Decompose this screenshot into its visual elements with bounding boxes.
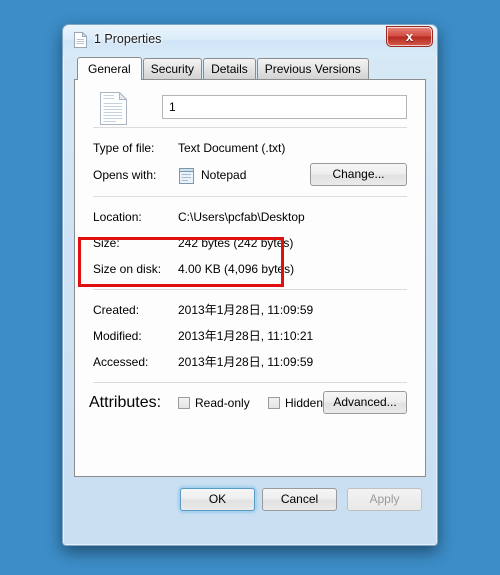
attributes-label: Attributes: xyxy=(89,394,162,411)
modified-value: 2013年1月28日, 11:10:21 xyxy=(178,329,314,343)
window-title: 1 Properties xyxy=(94,32,162,46)
accessed-label: Accessed: xyxy=(93,355,149,369)
opens-with-value: Notepad xyxy=(201,168,247,182)
location-row: Location: C:\Users\pcfab\Desktop xyxy=(89,204,411,230)
change-button[interactable]: Change... xyxy=(310,163,407,186)
general-tab-panel: 1 Type of file: Text Document (.txt) Ope… xyxy=(74,79,426,477)
accessed-value: 2013年1月28日, 11:09:59 xyxy=(178,355,314,369)
created-value: 2013年1月28日, 11:09:59 xyxy=(178,303,314,317)
attributes-row: Attributes: Read-only Hidden Advanced... xyxy=(89,390,411,416)
notepad-icon xyxy=(178,166,195,184)
timestamps-group: Created: 2013年1月28日, 11:09:59 Modified: … xyxy=(89,290,411,382)
size-on-disk-label: Size on disk: xyxy=(93,262,162,276)
file-type-group: Type of file: Text Document (.txt) Opens… xyxy=(89,128,411,196)
size-value: 242 bytes (242 bytes) xyxy=(178,236,294,250)
tab-security[interactable]: Security xyxy=(142,58,203,79)
close-button[interactable]: x xyxy=(386,26,433,47)
checkbox-icon xyxy=(178,397,190,409)
text-document-icon xyxy=(74,31,88,48)
modified-row: Modified: 2013年1月28日, 11:10:21 xyxy=(89,323,411,349)
checkbox-icon xyxy=(268,397,280,409)
ok-button[interactable]: OK xyxy=(180,488,255,511)
size-on-disk-row: Size on disk: 4.00 KB (4,096 bytes) xyxy=(89,256,411,282)
size-row: Size: 242 bytes (242 bytes) xyxy=(89,230,411,256)
file-header: 1 xyxy=(89,80,411,127)
apply-button: Apply xyxy=(347,488,422,511)
attributes-group: Attributes: Read-only Hidden Advanced... xyxy=(89,383,411,423)
tab-general[interactable]: General xyxy=(77,57,142,80)
read-only-checkbox[interactable]: Read-only xyxy=(178,390,250,416)
advanced-button[interactable]: Advanced... xyxy=(323,391,407,414)
hidden-label: Hidden xyxy=(285,396,324,410)
title-bar: 1 Properties x xyxy=(63,25,437,57)
created-row: Created: 2013年1月28日, 11:09:59 xyxy=(89,297,411,323)
tab-details[interactable]: Details xyxy=(203,58,256,79)
accessed-row: Accessed: 2013年1月28日, 11:09:59 xyxy=(89,349,411,375)
modified-label: Modified: xyxy=(93,329,142,343)
tab-strip: General Security Details Previous Versio… xyxy=(77,57,426,80)
opens-with-row: Opens with: Notepad Change... xyxy=(89,161,411,189)
location-label: Location: xyxy=(93,210,142,224)
text-document-icon xyxy=(100,91,128,125)
size-label: Size: xyxy=(93,236,120,250)
dialog-body: General Security Details Previous Versio… xyxy=(63,57,437,545)
size-group: Location: C:\Users\pcfab\Desktop Size: 2… xyxy=(89,197,411,289)
tab-previous-versions[interactable]: Previous Versions xyxy=(256,58,369,79)
type-of-file-value: Text Document (.txt) xyxy=(178,141,286,155)
type-of-file-label: Type of file: xyxy=(93,141,155,155)
dialog-footer: OK Cancel Apply xyxy=(74,477,426,519)
created-label: Created: xyxy=(93,303,140,317)
type-of-file-row: Type of file: Text Document (.txt) xyxy=(89,135,411,161)
close-icon: x xyxy=(405,29,414,44)
opens-with-label: Opens with: xyxy=(93,168,157,182)
filename-input[interactable]: 1 xyxy=(162,95,407,119)
properties-window: 1 Properties x General Security Details … xyxy=(62,24,438,546)
location-value: C:\Users\pcfab\Desktop xyxy=(178,210,305,224)
cancel-button[interactable]: Cancel xyxy=(262,488,337,511)
hidden-checkbox[interactable]: Hidden xyxy=(268,390,323,416)
size-on-disk-value: 4.00 KB (4,096 bytes) xyxy=(178,262,295,276)
read-only-label: Read-only xyxy=(195,396,250,410)
